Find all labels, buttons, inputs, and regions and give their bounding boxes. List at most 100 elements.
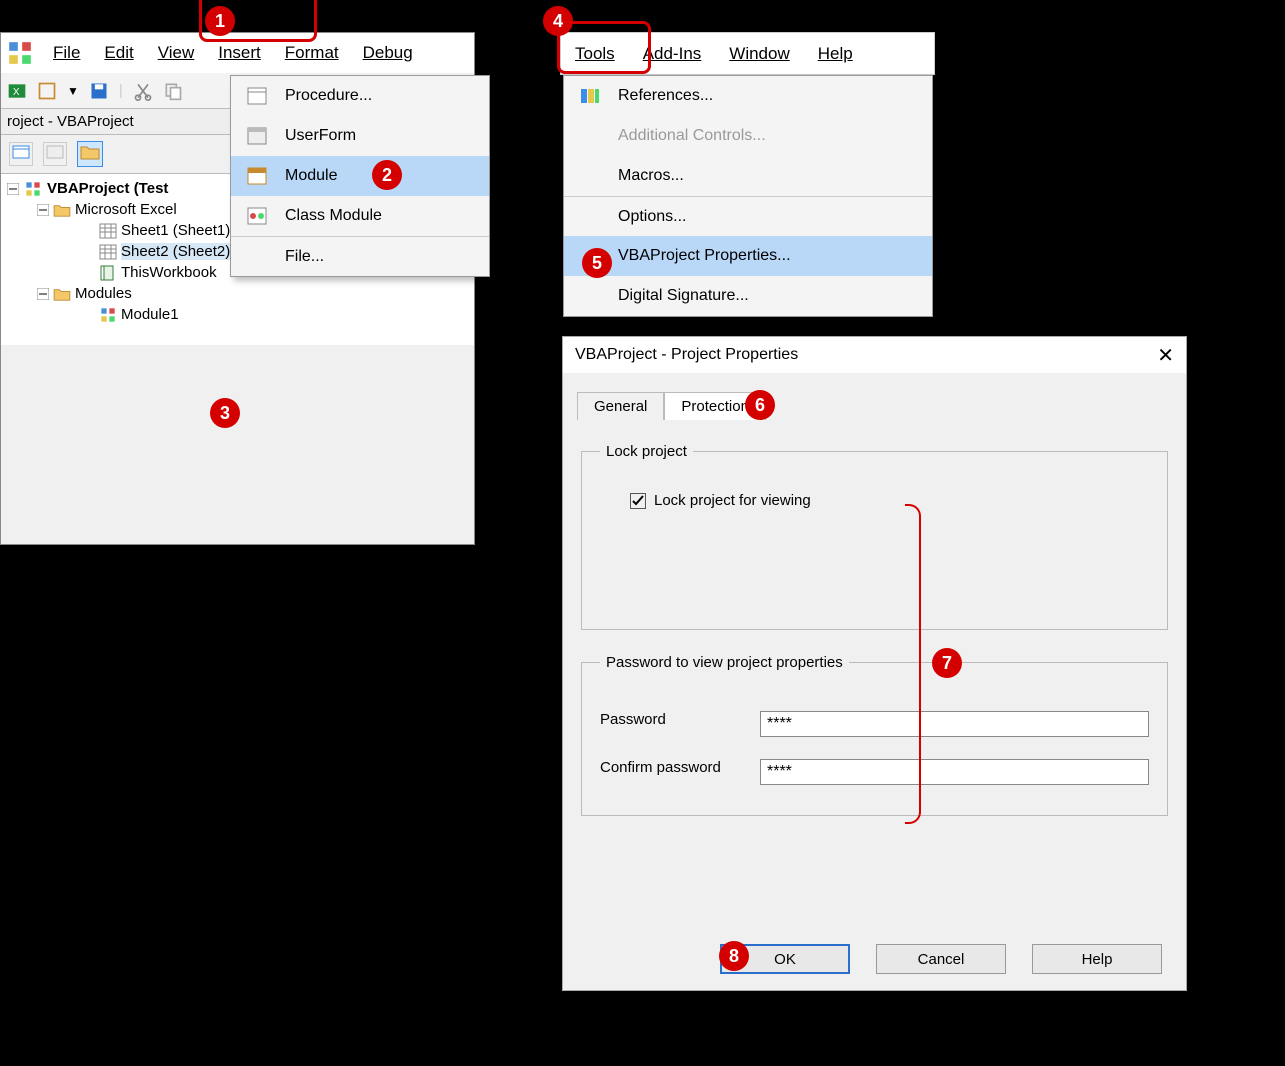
menu-file[interactable]: File [41, 39, 92, 67]
dropdown-arrow-icon[interactable]: ▼ [67, 84, 79, 98]
insert-dropdown: Procedure... UserForm Module Class Modul… [230, 75, 490, 277]
pw-legend: Password to view project properties [600, 654, 849, 671]
insert-file-label: File... [285, 248, 324, 266]
menubar: File Edit View Insert Format Debug [1, 33, 474, 73]
tools-references-label: References... [618, 87, 713, 105]
callout-2: 2 [372, 160, 402, 190]
tree-sheet1-label: Sheet1 (Sheet1) [121, 222, 230, 239]
tools-properties[interactable]: VBAProject Properties... [564, 236, 932, 276]
tools-digitalsignature[interactable]: Digital Signature... [564, 276, 932, 316]
tree-modules[interactable]: Modules [1, 283, 474, 304]
insert-module-label: Module [285, 167, 337, 185]
tab-general[interactable]: General [577, 392, 664, 420]
confirm-password-field[interactable] [760, 759, 1149, 785]
password-field[interactable] [760, 711, 1149, 737]
sheet-icon [99, 223, 117, 239]
insert-userform-label: UserForm [285, 127, 356, 145]
menu-addins[interactable]: Add-Ins [629, 40, 716, 68]
vba-logo-icon [23, 181, 43, 197]
view-object-icon[interactable] [43, 142, 67, 166]
lock-checkbox[interactable] [630, 493, 646, 509]
callout-6: 6 [745, 390, 775, 420]
dialog-title: VBAProject - Project Properties [575, 346, 798, 364]
tree-excel-label: Microsoft Excel [75, 201, 177, 218]
menubar-right: Tools Add-Ins Window Help [560, 32, 935, 75]
tree-sheet2-label: Sheet2 (Sheet2) [121, 243, 230, 260]
insert-classmodule[interactable]: Class Module [231, 196, 489, 236]
tools-options-label: Options... [618, 208, 686, 226]
save-icon[interactable] [89, 81, 109, 101]
callout-3: 3 [210, 398, 240, 428]
folder-icon [53, 287, 71, 301]
tools-additional: Additional Controls... [564, 116, 932, 156]
callout-5: 5 [582, 248, 612, 278]
close-icon[interactable]: ✕ [1157, 343, 1174, 368]
insertform-icon[interactable] [37, 81, 57, 101]
sheet-icon [99, 244, 117, 260]
lock-project-group: Lock project Lock project for viewing [581, 443, 1168, 630]
cancel-button[interactable]: Cancel [876, 944, 1006, 974]
menu-edit[interactable]: Edit [92, 39, 145, 67]
workbook-icon [99, 265, 117, 281]
view-code-icon[interactable] [9, 142, 33, 166]
procedure-icon [247, 87, 267, 105]
menu-window[interactable]: Window [715, 40, 803, 68]
tools-options[interactable]: Options... [564, 196, 932, 236]
dialog-buttons: OK Cancel Help [563, 944, 1186, 974]
folder-toggle-icon[interactable] [77, 141, 103, 167]
minus-icon[interactable] [37, 204, 49, 216]
menu-insert[interactable]: Insert [206, 39, 273, 67]
copy-icon[interactable] [163, 81, 183, 101]
menu-debug[interactable]: Debug [351, 39, 425, 67]
tree-modules-label: Modules [75, 285, 132, 302]
vba-logo-icon [7, 40, 33, 66]
references-icon [579, 86, 601, 106]
lock-label: Lock project for viewing [654, 492, 811, 509]
menu-help[interactable]: Help [804, 40, 867, 68]
insert-procedure[interactable]: Procedure... [231, 76, 489, 116]
tools-dropdown: References... Additional Controls... Mac… [563, 75, 933, 317]
insert-module[interactable]: Module [231, 156, 489, 196]
tools-dsig-label: Digital Signature... [618, 287, 749, 305]
callout-4: 4 [543, 6, 573, 36]
module-icon [247, 167, 267, 185]
module-icon [99, 307, 117, 323]
callout-brace [905, 504, 921, 824]
insert-userform[interactable]: UserForm [231, 116, 489, 156]
confirm-password-label: Confirm password [600, 759, 760, 785]
tree-module1[interactable]: Module1 [1, 304, 474, 325]
insert-classmodule-label: Class Module [285, 207, 382, 225]
classmodule-icon [247, 207, 267, 225]
insert-file[interactable]: File... [231, 236, 489, 276]
tools-additional-label: Additional Controls... [618, 127, 766, 145]
tree-module1-label: Module1 [121, 306, 179, 323]
tree-root-label: VBAProject (Test [47, 180, 168, 197]
tools-references[interactable]: References... [564, 76, 932, 116]
callout-1: 1 [205, 6, 235, 36]
menu-view[interactable]: View [146, 39, 207, 67]
callout-8: 8 [719, 941, 749, 971]
tools-macros-label: Macros... [618, 167, 684, 185]
folder-icon [53, 203, 71, 217]
userform-icon [247, 127, 267, 145]
tree-thiswb-label: ThisWorkbook [121, 264, 217, 281]
excel-icon[interactable]: X [7, 81, 27, 101]
cut-icon[interactable] [133, 81, 153, 101]
password-group: Password to view project properties Pass… [581, 654, 1168, 816]
help-button[interactable]: Help [1032, 944, 1162, 974]
lock-legend: Lock project [600, 443, 693, 460]
dialog-titlebar: VBAProject - Project Properties ✕ [563, 337, 1186, 373]
insert-procedure-label: Procedure... [285, 87, 372, 105]
menu-tools[interactable]: Tools [561, 40, 629, 68]
minus-icon[interactable] [7, 183, 19, 195]
menu-format[interactable]: Format [273, 39, 351, 67]
svg-text:X: X [13, 87, 20, 98]
dialog-tabs: General Protection [577, 391, 1186, 419]
checkmark-icon [632, 495, 644, 507]
password-label: Password [600, 711, 760, 737]
project-properties-dialog: VBAProject - Project Properties ✕ Genera… [562, 336, 1187, 991]
tools-properties-label: VBAProject Properties... [618, 247, 791, 265]
minus-icon[interactable] [37, 288, 49, 300]
callout-7: 7 [932, 648, 962, 678]
tools-macros[interactable]: Macros... [564, 156, 932, 196]
